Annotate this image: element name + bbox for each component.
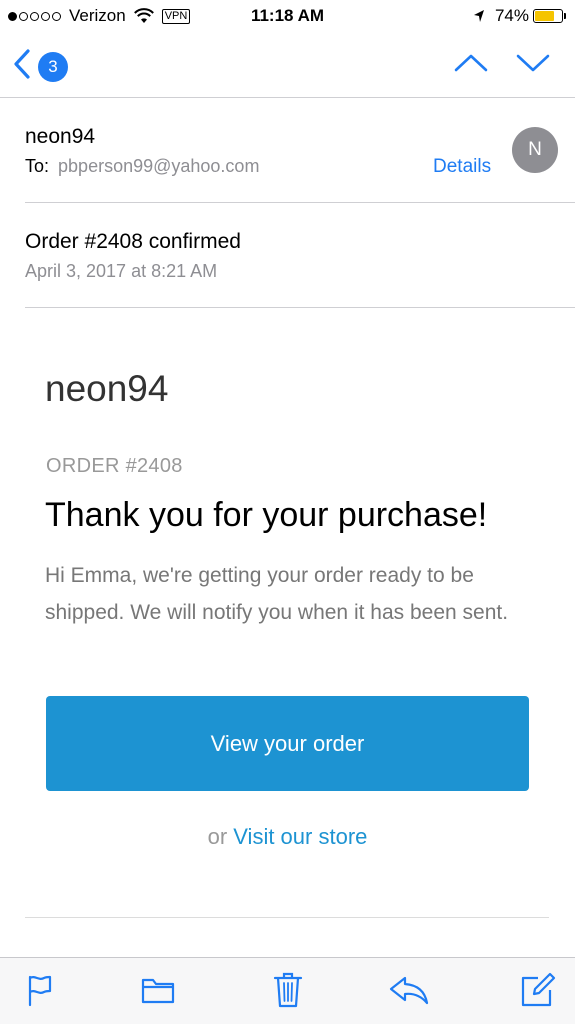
visit-store-line: or Visit our store xyxy=(0,824,575,850)
battery-level-fill xyxy=(535,11,555,21)
subject-divider xyxy=(25,307,575,308)
back-button[interactable]: 3 xyxy=(12,48,68,85)
status-right: 74% xyxy=(473,6,566,26)
mail-date: April 3, 2017 at 8:21 AM xyxy=(25,261,218,281)
move-to-folder-button[interactable] xyxy=(136,972,180,1012)
footer-divider xyxy=(25,917,549,918)
battery-percent: 74% xyxy=(494,6,529,25)
order-message: Hi Emma, we're getting your order ready … xyxy=(45,564,509,624)
order-number-label: ORDER #2408 xyxy=(46,455,183,477)
mail-subject: Order #2408 confirmed xyxy=(25,230,241,253)
chevron-up-icon xyxy=(454,53,488,78)
reply-button[interactable] xyxy=(387,972,431,1012)
thank-you-heading: Thank you for your purchase! xyxy=(45,496,488,534)
compose-icon xyxy=(520,972,556,1013)
next-message-button[interactable] xyxy=(513,48,553,82)
previous-message-button[interactable] xyxy=(451,48,491,82)
recipient-line: To: pbperson99@yahoo.com xyxy=(25,156,259,177)
flag-button[interactable] xyxy=(17,972,61,1012)
folder-icon xyxy=(140,975,176,1010)
message-navigation xyxy=(429,48,553,82)
compose-button[interactable] xyxy=(516,972,560,1012)
trash-button[interactable] xyxy=(266,972,310,1012)
chevron-down-icon xyxy=(516,53,550,78)
visit-store-link[interactable]: Visit our store xyxy=(233,824,367,849)
flag-icon xyxy=(24,973,54,1012)
header-divider xyxy=(25,202,575,203)
nav-bar: 3 xyxy=(0,34,575,98)
sender-name: neon94 xyxy=(25,125,96,148)
details-link[interactable]: Details xyxy=(433,156,491,178)
reply-icon xyxy=(388,974,430,1011)
alt-prefix: or xyxy=(207,824,228,849)
to-label: To: xyxy=(25,156,50,176)
view-order-button[interactable]: View your order xyxy=(46,696,529,791)
chevron-left-icon xyxy=(12,48,32,85)
unread-count-badge: 3 xyxy=(38,51,68,82)
bottom-toolbar xyxy=(0,957,575,1024)
recipient-address[interactable]: pbperson99@yahoo.com xyxy=(58,156,259,176)
shop-name: neon94 xyxy=(45,368,169,409)
status-bar: Verizon VPN 11:18 AM 74% xyxy=(0,0,575,34)
location-arrow-icon xyxy=(473,9,485,23)
sender-avatar[interactable]: N xyxy=(512,127,558,173)
mail-screen: Verizon VPN 11:18 AM 74% 3 neon94 To: pb… xyxy=(0,0,575,1024)
trash-icon xyxy=(273,971,303,1014)
battery-icon xyxy=(533,9,566,23)
